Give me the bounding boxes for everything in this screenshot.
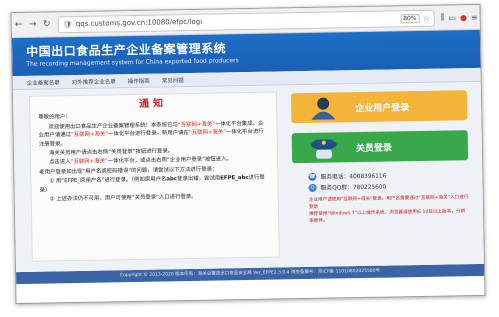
- extension-icon[interactable]: ●: [460, 13, 467, 22]
- customs-login-label: 关员登录: [355, 142, 393, 154]
- officer-icon: [310, 139, 337, 159]
- service-phone: 服务电话：4008396116: [320, 173, 387, 181]
- forward-arrow-icon[interactable]: →: [26, 20, 40, 30]
- sidebar-icon[interactable]: ▭: [448, 13, 456, 22]
- back-arrow-icon[interactable]: ←: [12, 20, 26, 30]
- note-line-2: 推荐使用“Windows 7”以上操作系统，浏览器请使用IE 10及以上版本，分…: [309, 209, 466, 224]
- menu-icon[interactable]: ≡: [471, 12, 478, 21]
- nav-item-recommended[interactable]: 对外推荐企业名录: [72, 77, 116, 86]
- library-icon[interactable]: ⫼: [441, 13, 445, 23]
- nav-item-registry[interactable]: 企业备案名录: [27, 78, 60, 87]
- platform-link[interactable]: “互联网+海关”: [71, 159, 108, 166]
- customs-login-button[interactable]: 关员登录: [291, 130, 469, 164]
- nav-item-guide[interactable]: 操作指南: [128, 76, 150, 84]
- url-bar[interactable]: 🛡 qqs.customs.gov.cn:10080/efpc/logi 80%…: [57, 9, 435, 33]
- browser-window: ← → ↻ 🛡 qqs.customs.gov.cn:10080/efpc/lo…: [10, 3, 486, 305]
- notice-paragraph-1: 欢迎使用出口食品生产企业备案管理系统！本系统已与“互联网+海关”一体化平台集成，…: [38, 120, 264, 148]
- service-qq: 服务QQ群：780225600: [320, 184, 387, 192]
- qq-row: Q 服务QQ群：780225600: [308, 179, 468, 193]
- user-icon: [311, 97, 336, 120]
- main-content: 通知 尊敬的用户： 欢迎使用出口食品生产企业备案管理系统！本系统已与“互联网+海…: [12, 81, 484, 273]
- url-text: qqs.customs.gov.cn:10080/efpc/logi: [75, 17, 203, 28]
- shield-icon: 🛡: [62, 19, 73, 29]
- contact-info: ☎ 服务电话：4008396116 Q 服务QQ群：780225600 企业用户…: [292, 168, 469, 225]
- enterprise-login-button[interactable]: 企业用户登录: [290, 90, 468, 124]
- reload-icon[interactable]: ↻: [40, 19, 54, 29]
- zoom-level[interactable]: 80%: [400, 13, 420, 23]
- phone-icon: ☎: [308, 172, 317, 181]
- login-panel: 企业用户登录 关员登录 ☎ 服务电话：4008396116 Q 服务QQ群：78…: [290, 90, 469, 225]
- notice-panel: 通知 尊敬的用户： 欢迎使用出口食品生产企业备案管理系统！本系统已与“互联网+海…: [28, 91, 280, 262]
- login-notes: 企业用户请使用“互联网+海关”登录，用户名需要通过“互联网+海关”入口进行登录 …: [309, 194, 469, 225]
- nav-item-faq[interactable]: 常见问题: [162, 76, 184, 84]
- enterprise-login-label: 企业用户登录: [355, 102, 410, 114]
- notice-title: 通知: [139, 98, 168, 110]
- qq-icon: Q: [308, 183, 317, 192]
- bookmark-star-icon[interactable]: ☆: [422, 13, 429, 22]
